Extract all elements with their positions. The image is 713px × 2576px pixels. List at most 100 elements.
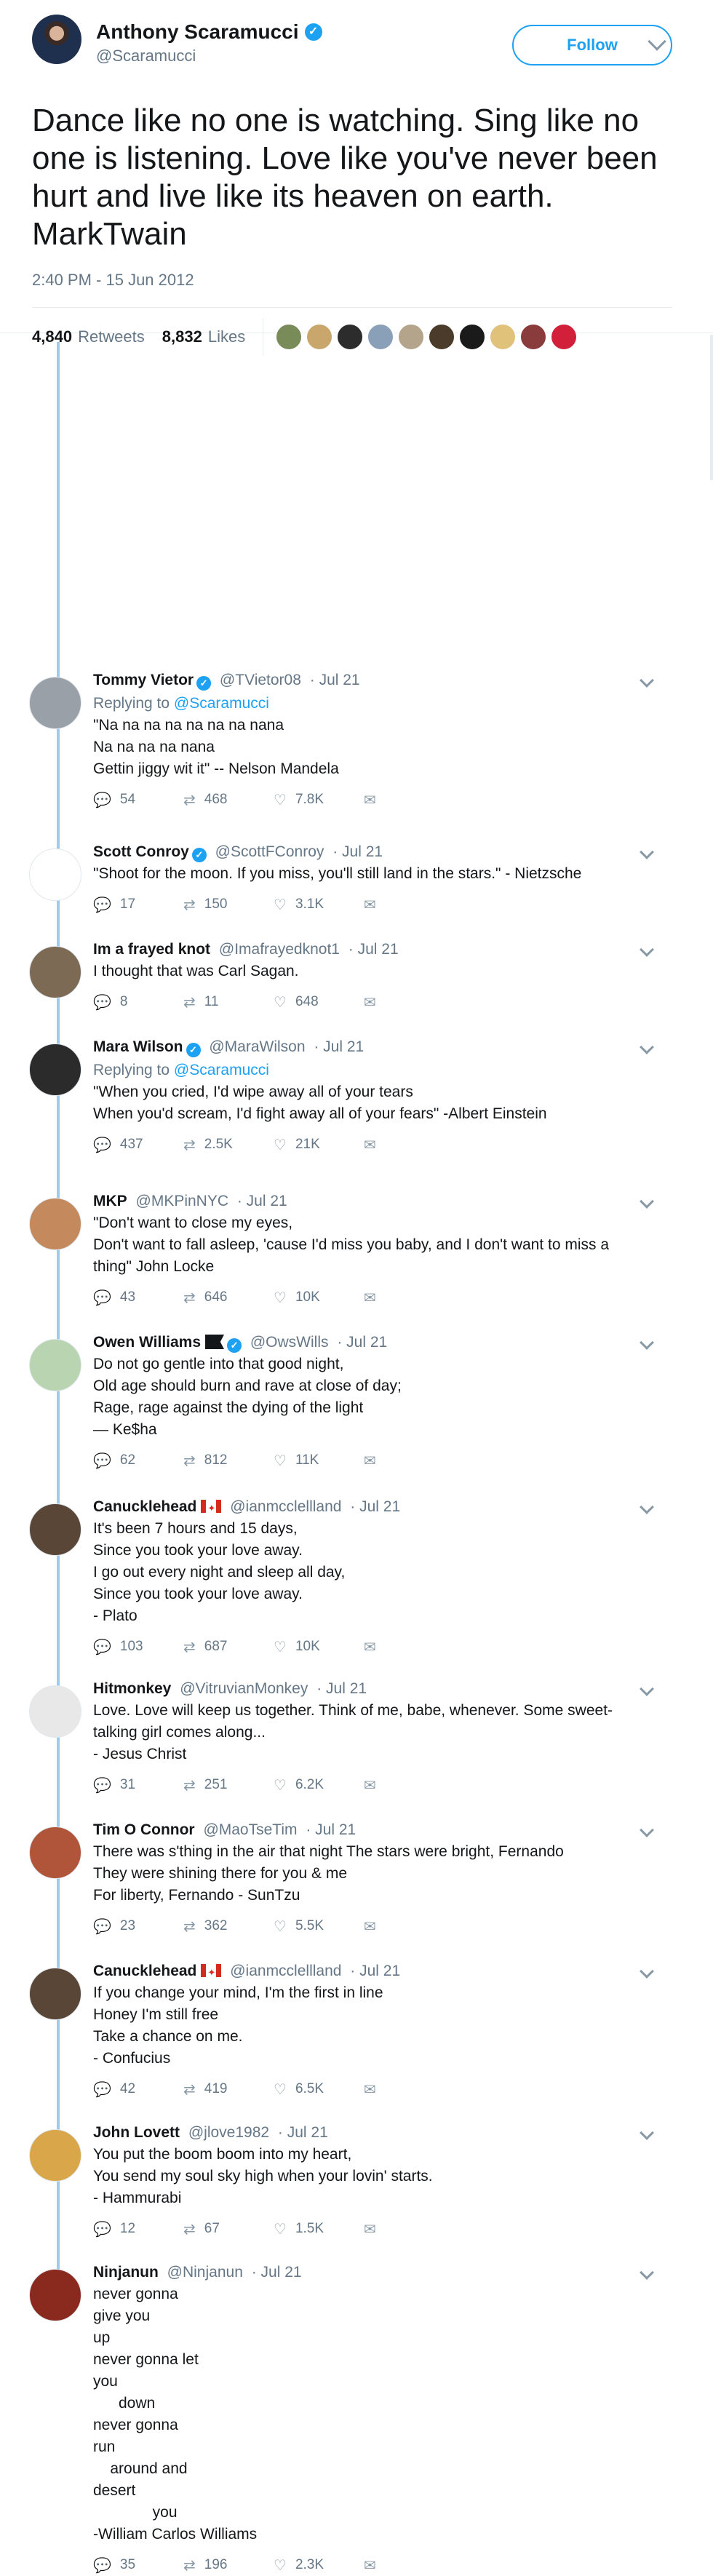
reply-date[interactable]: · Jul 21 — [314, 1038, 364, 1055]
reply-author-name[interactable]: Tommy Vietor — [93, 672, 194, 688]
reply-date[interactable]: · Jul 21 — [310, 672, 360, 688]
reply-author-handle[interactable]: @TVietor08 — [215, 672, 306, 688]
retweet-button[interactable]: ⇄ 646 — [183, 1289, 274, 1307]
like-button[interactable]: ♡ 3.1K — [274, 896, 364, 914]
direct-message-button[interactable]: ✉ — [364, 1136, 385, 1154]
reply-author-handle[interactable]: @ScottFConroy — [211, 843, 328, 860]
retweet-button[interactable]: ⇄ 812 — [183, 1452, 274, 1470]
reply-date[interactable]: · Jul 21 — [332, 843, 383, 860]
reply-button[interactable]: 💬 31 — [93, 1776, 183, 1794]
like-button[interactable]: ♡ 648 — [274, 993, 364, 1011]
direct-message-button[interactable]: ✉ — [364, 2080, 385, 2099]
liker-avatar[interactable] — [336, 323, 365, 351]
like-button[interactable]: ♡ 21K — [274, 1136, 364, 1154]
reply-author-name[interactable]: MKP — [93, 1193, 127, 1209]
reply-date[interactable]: · Jul 21 — [278, 2124, 328, 2141]
reply-button[interactable]: 💬 8 — [93, 993, 183, 1011]
reply-author-name[interactable]: Canucklehead — [93, 1498, 196, 1515]
reply-author-name[interactable]: Ninjanun — [93, 2264, 159, 2281]
reply-author-handle[interactable]: @Ninjanun — [163, 2264, 247, 2281]
reply-date[interactable]: · Jul 21 — [337, 1334, 387, 1351]
reply-author-handle[interactable]: @MaraWilson — [205, 1038, 310, 1055]
reply-button[interactable]: 💬 17 — [93, 896, 183, 914]
like-button[interactable]: ♡ 6.5K — [274, 2080, 364, 2099]
author-name-text[interactable]: Anthony Scaramucci — [96, 20, 299, 44]
reply-author-name[interactable]: Hitmonkey — [93, 1680, 171, 1697]
reply-button[interactable]: 💬 12 — [93, 2220, 183, 2238]
like-button[interactable]: ♡ 5.5K — [274, 1917, 364, 1936]
retweet-button[interactable]: ⇄ 419 — [183, 2080, 274, 2099]
reply-button[interactable]: 💬 42 — [93, 2080, 183, 2099]
avatar[interactable] — [29, 946, 81, 998]
reply-author-handle[interactable]: @MaoTseTim — [199, 1821, 302, 1838]
follow-button[interactable]: Follow — [512, 25, 672, 65]
liker-avatar[interactable] — [550, 323, 578, 351]
retweets-stat[interactable]: 4,840 Retweets — [32, 327, 145, 346]
direct-message-button[interactable]: ✉ — [364, 791, 385, 809]
retweet-button[interactable]: ⇄ 150 — [183, 896, 274, 914]
retweet-button[interactable]: ⇄ 196 — [183, 2556, 274, 2575]
reply-author-name[interactable]: Im a frayed knot — [93, 941, 210, 958]
liker-avatar[interactable] — [275, 323, 303, 351]
retweet-button[interactable]: ⇄ 687 — [183, 1638, 274, 1656]
replying-to-link[interactable]: @Scaramucci — [174, 695, 269, 712]
retweet-button[interactable]: ⇄ 11 — [183, 993, 274, 1011]
reply-button[interactable]: 💬 103 — [93, 1638, 183, 1656]
reply-author-handle[interactable]: @ianmcclellland — [226, 1498, 346, 1515]
direct-message-button[interactable]: ✉ — [364, 2556, 385, 2575]
retweet-button[interactable]: ⇄ 67 — [183, 2220, 274, 2238]
liker-avatar[interactable] — [397, 323, 426, 351]
direct-message-button[interactable]: ✉ — [364, 993, 385, 1011]
like-button[interactable]: ♡ 2.3K — [274, 2556, 364, 2575]
direct-message-button[interactable]: ✉ — [364, 1638, 385, 1656]
avatar[interactable] — [29, 1968, 81, 2020]
reply-author-handle[interactable]: @ianmcclellland — [226, 1963, 346, 1979]
direct-message-button[interactable]: ✉ — [364, 1289, 385, 1307]
reply-author-handle[interactable]: @Imafrayedknot1 — [215, 941, 344, 958]
reply-author-name[interactable]: Tim O Connor — [93, 1821, 195, 1838]
avatar[interactable] — [29, 2129, 81, 2182]
likes-stat[interactable]: 8,832 Likes — [162, 327, 245, 346]
reply-author-name[interactable]: John Lovett — [93, 2124, 180, 2141]
direct-message-button[interactable]: ✉ — [364, 896, 385, 914]
reply-date[interactable]: · Jul 21 — [306, 1821, 356, 1838]
retweet-button[interactable]: ⇄ 251 — [183, 1776, 274, 1794]
reply-date[interactable]: · Jul 21 — [350, 1498, 400, 1515]
avatar[interactable] — [29, 1503, 81, 1556]
reply-button[interactable]: 💬 43 — [93, 1289, 183, 1307]
like-button[interactable]: ♡ 1.5K — [274, 2220, 364, 2238]
reply-date[interactable]: · Jul 21 — [348, 941, 399, 958]
liker-avatar[interactable] — [489, 323, 517, 351]
reply-button[interactable]: 💬 62 — [93, 1452, 183, 1470]
liker-avatar[interactable] — [458, 323, 487, 351]
reply-button[interactable]: 💬 23 — [93, 1917, 183, 1936]
avatar[interactable] — [29, 2269, 81, 2321]
avatar[interactable] — [29, 848, 81, 901]
avatar[interactable] — [29, 1043, 81, 1096]
direct-message-button[interactable]: ✉ — [364, 2220, 385, 2238]
avatar[interactable] — [29, 1685, 81, 1738]
reply-author-name[interactable]: Mara Wilson — [93, 1038, 183, 1055]
reply-date[interactable]: · Jul 21 — [350, 1963, 400, 1979]
avatar[interactable] — [29, 1826, 81, 1879]
tweet-timestamp[interactable]: 2:40 PM - 15 Jun 2012 — [32, 271, 672, 308]
reply-author-handle[interactable]: @VitruvianMonkey — [175, 1680, 312, 1697]
reply-button[interactable]: 💬 437 — [93, 1136, 183, 1154]
author-name[interactable]: Anthony Scaramucci ✓ — [96, 20, 322, 44]
direct-message-button[interactable]: ✉ — [364, 1776, 385, 1794]
author-handle[interactable]: @Scaramucci — [96, 47, 322, 65]
avatar[interactable] — [29, 1339, 81, 1391]
like-button[interactable]: ♡ 7.8K — [274, 791, 364, 809]
liker-avatar[interactable] — [519, 323, 548, 351]
retweet-button[interactable]: ⇄ 362 — [183, 1917, 274, 1936]
liker-avatar[interactable] — [367, 323, 395, 351]
avatar[interactable] — [29, 677, 81, 729]
reply-date[interactable]: · Jul 21 — [252, 2264, 302, 2281]
retweet-button[interactable]: ⇄ 2.5K — [183, 1136, 274, 1154]
liker-avatar[interactable] — [306, 323, 334, 351]
reply-author-name[interactable]: Canucklehead — [93, 1963, 196, 1979]
like-button[interactable]: ♡ 11K — [274, 1452, 364, 1470]
reply-button[interactable]: 💬 54 — [93, 791, 183, 809]
direct-message-button[interactable]: ✉ — [364, 1917, 385, 1936]
retweet-button[interactable]: ⇄ 468 — [183, 791, 274, 809]
